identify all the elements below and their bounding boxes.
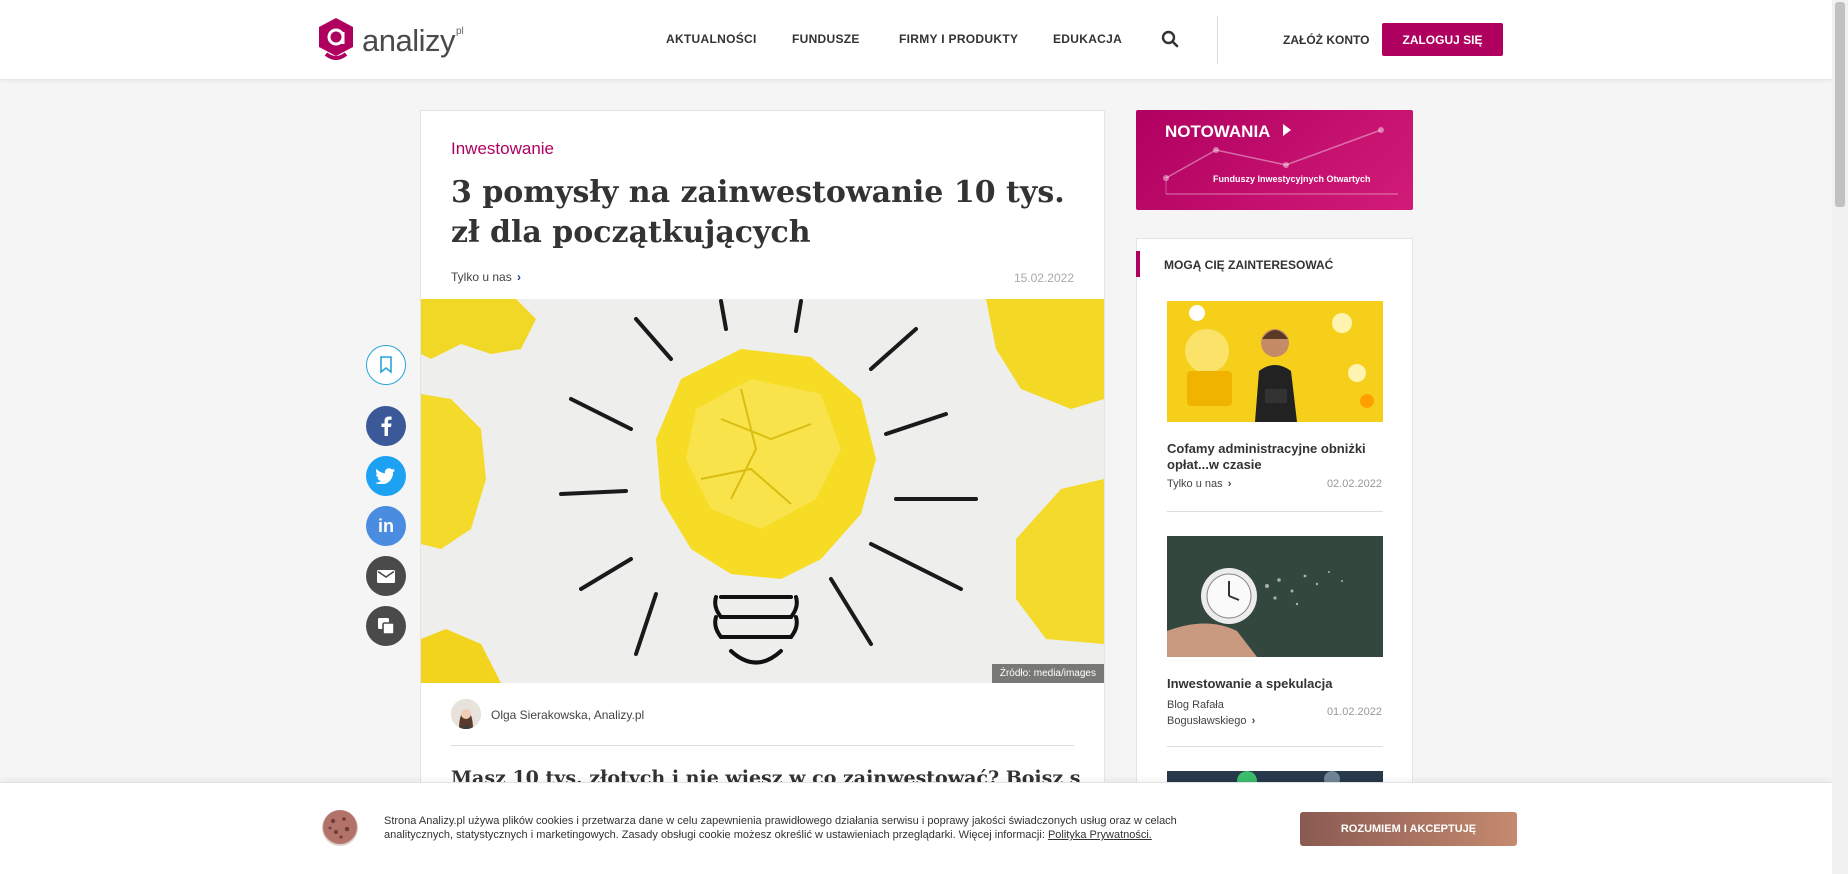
accept-cookies-button[interactable]: ROZUMIEM I AKCEPTUJĘ bbox=[1300, 812, 1517, 846]
related-card-source[interactable]: Blog Rafała Bogusławskiego › bbox=[1167, 697, 1255, 729]
related-card-source-line2: Bogusławskiego bbox=[1167, 715, 1247, 727]
article-hero-image: Źródło: media/images bbox=[421, 299, 1104, 683]
article-divider bbox=[451, 745, 1074, 746]
related-card-date: 02.02.2022 bbox=[1326, 478, 1382, 490]
related-card-source-line2-wrap: Bogusławskiego › bbox=[1167, 713, 1255, 729]
chevron-right-icon: › bbox=[1251, 715, 1256, 727]
related-card-title[interactable]: Inwestowanie a spekulacja bbox=[1167, 676, 1383, 692]
bookmark-icon bbox=[380, 356, 392, 374]
image-credit: Źródło: media/images bbox=[991, 664, 1104, 683]
related-heading: MOGĄ CIĘ ZAINTERESOWAĆ bbox=[1164, 258, 1334, 272]
nav-edukacja[interactable]: EDUKACJA bbox=[1053, 32, 1122, 46]
page-scrollbar-thumb[interactable] bbox=[1835, 2, 1845, 207]
nav-fundusze[interactable]: FUNDUSZE bbox=[792, 32, 860, 46]
copy-link-button[interactable] bbox=[366, 606, 406, 646]
related-card-source-line1: Blog Rafała bbox=[1167, 699, 1224, 711]
article-date: 15.02.2022 bbox=[1013, 271, 1074, 285]
nav-aktualnosci[interactable]: AKTUALNOŚCI bbox=[666, 32, 757, 46]
notowania-subtitle: Funduszy Inwestycyjnych Otwartych bbox=[1213, 174, 1371, 184]
article-category[interactable]: Inwestowanie bbox=[451, 139, 554, 159]
author-avatar[interactable] bbox=[451, 699, 481, 729]
author-portrait-icon bbox=[451, 699, 481, 729]
only-here-link[interactable]: Tylko u nas › bbox=[451, 270, 521, 284]
related-card-title[interactable]: Cofamy administracyjne obniżki opłat...w… bbox=[1167, 441, 1383, 473]
author-name[interactable]: Olga Sierakowska, Analizy.pl bbox=[491, 708, 644, 722]
chevron-right-icon: › bbox=[517, 270, 522, 284]
man-with-phone-image bbox=[1167, 301, 1383, 422]
panel-accent-bar bbox=[1136, 251, 1140, 277]
related-card-date: 01.02.2022 bbox=[1326, 706, 1382, 718]
notowania-banner[interactable]: NOTOWANIA Funduszy Inwestycyjnych Otwart… bbox=[1136, 110, 1413, 210]
logo-superscript: pl bbox=[456, 26, 464, 37]
search-icon[interactable] bbox=[1161, 30, 1179, 48]
email-icon bbox=[377, 569, 395, 583]
related-card-source[interactable]: Tylko u nas › bbox=[1167, 476, 1231, 492]
email-share-button[interactable] bbox=[366, 556, 406, 596]
linkedin-icon: in bbox=[378, 515, 394, 536]
notowania-title: NOTOWANIA bbox=[1165, 122, 1291, 142]
nav-divider bbox=[1217, 16, 1218, 64]
related-articles-panel: MOGĄ CIĘ ZAINTERESOWAĆ Cofamy administra… bbox=[1136, 238, 1413, 874]
twitter-share-button[interactable] bbox=[366, 456, 406, 496]
card-divider bbox=[1167, 511, 1383, 512]
register-link[interactable]: ZAŁÓŻ KONTO bbox=[1283, 33, 1369, 47]
logo-text: analizy bbox=[362, 23, 456, 58]
nav-firmy-i-produkty[interactable]: FIRMY I PRODUKTY bbox=[899, 32, 1018, 46]
copy-icon bbox=[378, 618, 395, 635]
top-navigation-bar: analizy pl AKTUALNOŚCI FUNDUSZE FIRMY I … bbox=[0, 0, 1832, 80]
card-divider bbox=[1167, 746, 1383, 747]
article-card: Inwestowanie 3 pomysły na zainwestowanie… bbox=[420, 110, 1105, 874]
clock-dissolving-image bbox=[1167, 536, 1383, 657]
logo-mark-icon bbox=[319, 18, 353, 60]
facebook-share-button[interactable] bbox=[366, 406, 406, 446]
privacy-policy-link[interactable]: Polityka Prywatności. bbox=[1048, 829, 1152, 841]
play-arrow-icon bbox=[1282, 124, 1291, 136]
cookie-consent-bar: Strona Analizy.pl używa plików cookies i… bbox=[0, 782, 1832, 874]
linkedin-share-button[interactable]: in bbox=[366, 506, 406, 546]
notowania-title-text: NOTOWANIA bbox=[1165, 122, 1270, 141]
cookie-message: Strona Analizy.pl używa plików cookies i… bbox=[384, 814, 1234, 842]
related-card-source-text: Tylko u nas bbox=[1167, 478, 1223, 490]
chevron-right-icon: › bbox=[1227, 478, 1232, 490]
cookie-icon bbox=[322, 810, 358, 846]
bookmark-button[interactable] bbox=[366, 345, 406, 385]
facebook-icon bbox=[381, 416, 392, 436]
only-here-label: Tylko u nas bbox=[451, 270, 512, 284]
article-title: 3 pomysły na zainwestowanie 10 tys. zł d… bbox=[451, 175, 1065, 250]
lightbulb-paper-illustration bbox=[421, 299, 1104, 683]
related-card-image[interactable] bbox=[1167, 536, 1383, 657]
analizy-logo[interactable]: analizy pl bbox=[316, 16, 464, 60]
login-button[interactable]: ZALOGUJ SIĘ bbox=[1382, 23, 1503, 56]
twitter-icon bbox=[376, 468, 395, 484]
related-card-image[interactable] bbox=[1167, 301, 1383, 422]
